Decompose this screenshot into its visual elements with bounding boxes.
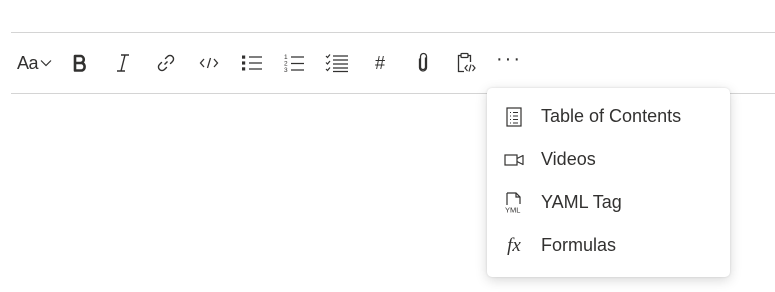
clipboard-code-icon [457,52,476,73]
more-icon: ··· [496,48,522,70]
menu-item-formulas[interactable]: fx Formulas [487,224,730,267]
bulleted-list-button[interactable] [231,45,273,81]
menu-item-label: YAML Tag [541,192,622,212]
menu-item-label: Table of Contents [541,106,682,126]
italic-icon [117,54,129,72]
svg-text:3: 3 [284,67,288,73]
menu-item-videos[interactable]: Videos [487,138,730,181]
italic-button[interactable] [101,45,145,81]
font-size-dropdown-button[interactable]: Aa [11,45,59,81]
table-of-contents-icon [487,106,541,127]
menu-item-label: Videos [541,149,596,169]
formula-icon: fx [507,234,521,256]
code-button[interactable] [187,45,231,81]
bold-button[interactable] [59,45,101,81]
font-size-label: Aa [17,52,39,73]
bold-icon [73,54,86,72]
attach-file-button[interactable] [401,45,445,81]
toolbar-top-divider [11,32,775,33]
bulleted-list-icon [242,55,262,71]
paste-code-button[interactable] [445,45,487,81]
more-options-menu: Table of Contents Videos YML YAML Tag fx… [487,88,730,277]
menu-item-table-of-contents[interactable]: Table of Contents [487,95,730,138]
yaml-file-icon: YML [487,191,541,214]
menu-item-label: Formulas [541,235,617,255]
video-icon [487,153,541,167]
chevron-down-icon [40,60,52,67]
more-options-button[interactable]: ··· [487,45,531,81]
numbered-list-button[interactable]: 1 2 3 [273,45,315,81]
heading-tag-button[interactable]: # [359,45,401,81]
paperclip-icon [418,52,428,72]
editor-area: Aa 1 2 3 # ··· Table of Contents Videos … [0,0,775,292]
menu-item-yaml-tag[interactable]: YML YAML Tag [487,181,730,224]
hash-icon: # [374,52,385,73]
insert-link-button[interactable] [145,45,187,81]
checklist-icon [325,54,348,73]
link-icon [157,54,175,72]
numbered-list-icon: 1 2 3 [284,54,304,73]
formatting-toolbar: Aa 1 2 3 # ··· [11,34,531,92]
code-icon [199,57,219,69]
task-list-button[interactable] [315,45,359,81]
svg-text:YML: YML [505,205,520,214]
